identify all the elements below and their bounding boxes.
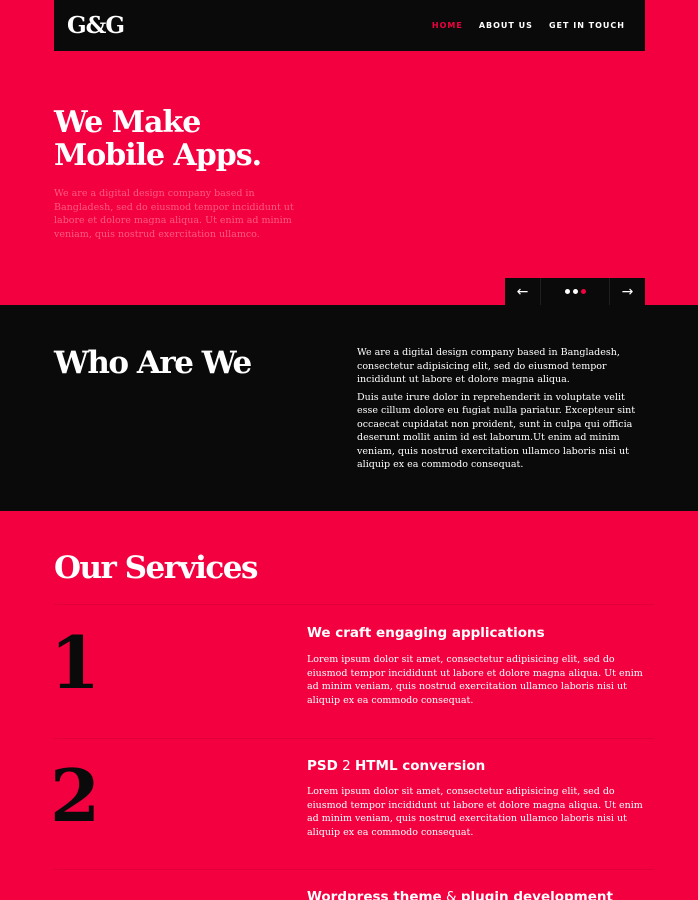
slider-controls: ← → <box>505 278 645 305</box>
service-title-3-part-b: & <box>441 889 461 900</box>
service-title-2-part-a: PSD <box>307 758 338 774</box>
logo[interactable]: G&G <box>67 12 125 39</box>
nav-item-get-in-touch[interactable]: GET IN TOUCH <box>549 21 625 30</box>
who-paragraph-2: Duis aute irure dolor in reprehenderit i… <box>357 391 636 471</box>
service-text-1: Lorem ipsum dolor sit amet, consectetur … <box>307 654 643 706</box>
service-number-1: 1 <box>50 620 101 705</box>
top-navbar: G&G HOME ABOUT US GET IN TOUCH <box>54 0 645 51</box>
service-title-2-part-c: HTML conversion <box>355 758 486 774</box>
nav-item-home[interactable]: HOME <box>432 21 463 30</box>
slider-dots <box>541 278 609 305</box>
service-title-1: We craft engaging applications <box>307 625 545 641</box>
divider <box>54 869 654 870</box>
slider-dot-1[interactable] <box>564 289 570 294</box>
who-are-we-title: Who Are We <box>54 345 252 381</box>
service-title-3-part-c: plugin development <box>460 889 613 900</box>
service-title-2: PSD 2 HTML conversion <box>307 758 667 774</box>
who-are-we-text: We are a digital design company based in… <box>357 346 647 476</box>
hero-title-line1: We Make <box>54 105 201 140</box>
service-number-2: 2 <box>50 753 101 838</box>
service-text-2: Lorem ipsum dolor sit amet, consectetur … <box>307 786 643 838</box>
arrow-right-icon[interactable]: → <box>609 278 645 305</box>
service-title-3-part-a: Wordpress theme <box>307 889 442 900</box>
slider-dot-2[interactable] <box>572 289 578 294</box>
hero-title-line2: Mobile Apps. <box>54 138 262 173</box>
services-title: Our Services <box>54 550 258 586</box>
slider-dot-3-active[interactable] <box>580 289 586 294</box>
arrow-left-icon[interactable]: ← <box>505 278 541 305</box>
who-paragraph-1: We are a digital design company based in… <box>357 347 620 385</box>
divider <box>54 738 654 739</box>
divider <box>54 604 654 605</box>
service-title-3: Wordpress theme & plugin development <box>307 889 667 900</box>
main-menu: HOME ABOUT US GET IN TOUCH <box>432 21 625 30</box>
nav-item-about-us[interactable]: ABOUT US <box>479 21 533 30</box>
service-title-2-part-b: 2 <box>337 758 355 774</box>
who-are-we-section: Who Are We We are a digital design compa… <box>0 305 698 511</box>
hero-description: We are a digital design company based in… <box>54 188 294 240</box>
hero-title: We Make Mobile Apps. <box>54 106 354 172</box>
